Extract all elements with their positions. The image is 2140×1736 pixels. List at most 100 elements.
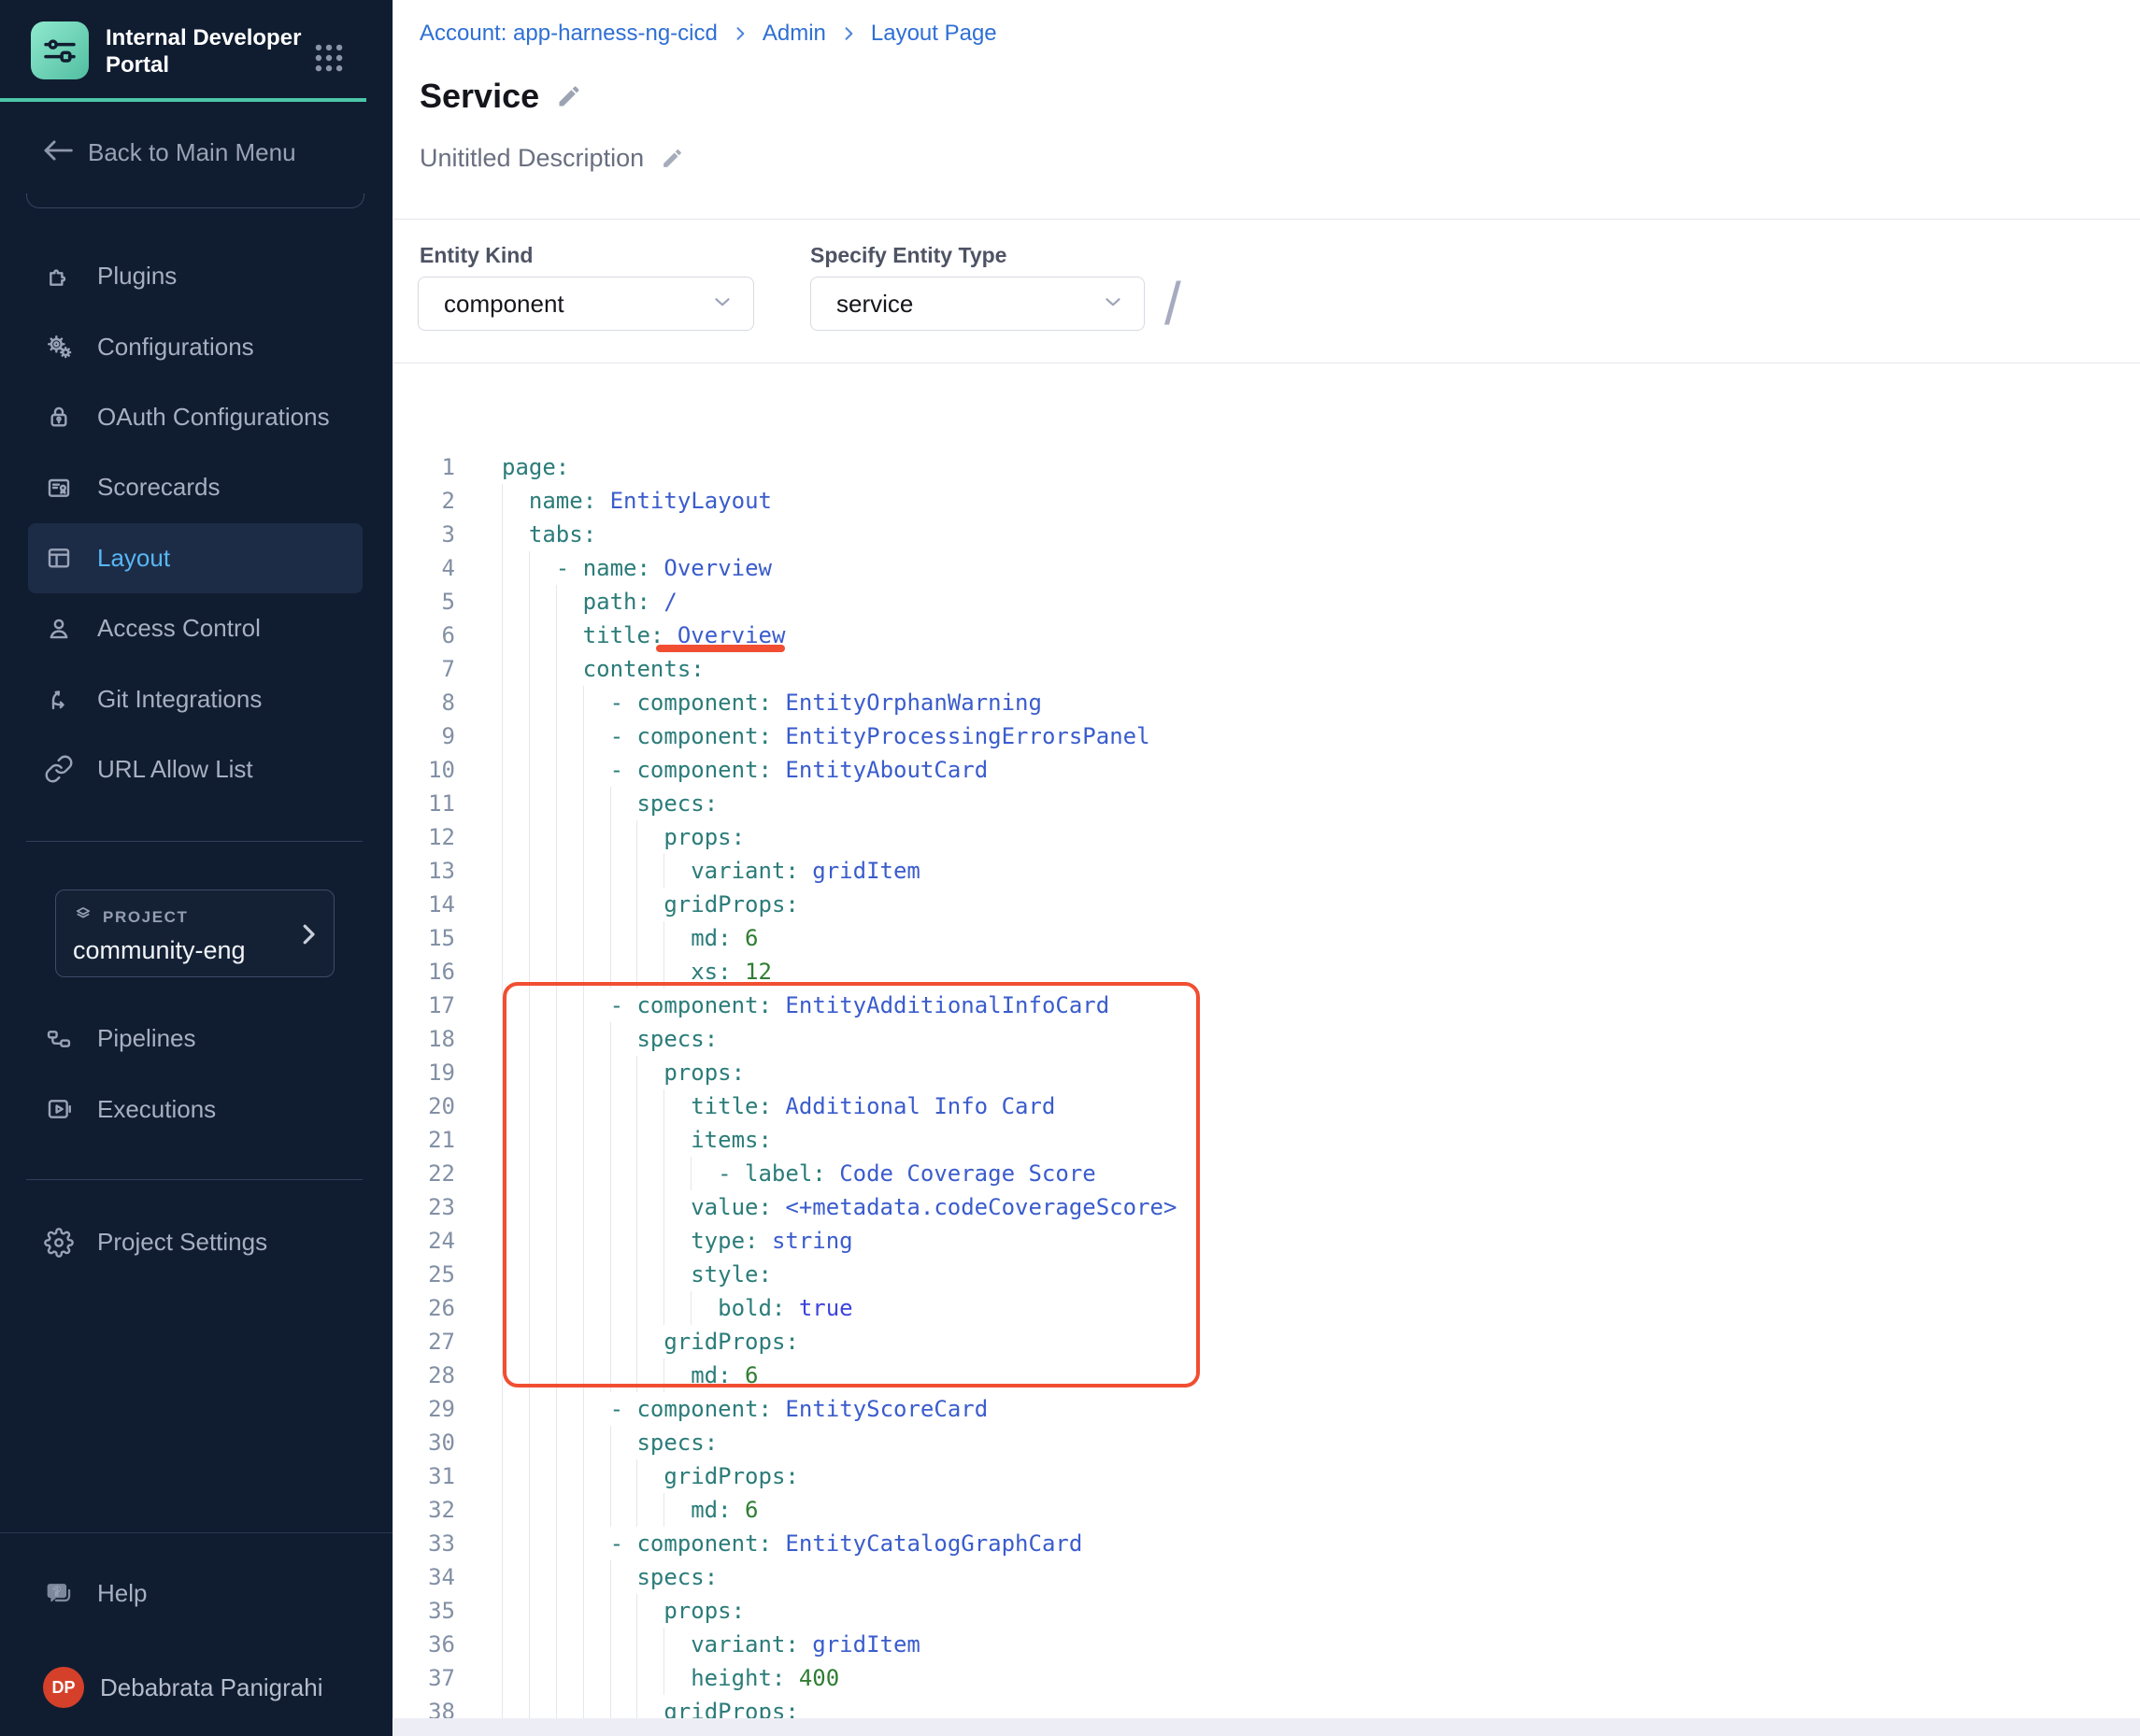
- sidebar-item-layout[interactable]: Layout: [28, 523, 363, 593]
- code-line: 37 height: 400: [393, 1661, 2140, 1695]
- sidebar-item-project-settings[interactable]: Project Settings: [28, 1207, 363, 1277]
- chevron-down-icon: [710, 290, 735, 319]
- sidebar-item-plugins[interactable]: Plugins: [28, 241, 363, 311]
- section-divider: [26, 193, 364, 208]
- entity-type-value: service: [836, 290, 1101, 319]
- sidebar-item-label: URL Allow List: [97, 755, 253, 784]
- branch-icon: [43, 683, 75, 715]
- app-logo: Internal Developer Portal: [31, 21, 302, 79]
- code-line: 21 items:: [393, 1123, 2140, 1157]
- page-description: Unititled Description: [420, 144, 644, 173]
- sidebar-item-pipelines[interactable]: Pipelines: [28, 1003, 363, 1074]
- kind-type-separator: /: [1164, 269, 1181, 338]
- code-line: 33 - component: EntityCatalogGraphCard: [393, 1527, 2140, 1560]
- sidebar-item-configurations[interactable]: Configurations: [28, 311, 363, 381]
- code-line: 27 gridProps:: [393, 1325, 2140, 1359]
- code-line: 30 specs:: [393, 1426, 2140, 1459]
- code-line: 4 - name: Overview: [393, 551, 2140, 585]
- chevron-right-icon: [731, 24, 749, 43]
- code-line: 1page:: [393, 450, 2140, 484]
- breadcrumb: Account: app-harness-ng-cicd Admin Layout …: [420, 21, 997, 47]
- app-window: Internal Developer Portal Back to Main M…: [0, 0, 2140, 1736]
- sidebar-item-label: Executions: [97, 1095, 216, 1124]
- sidebar-item-label: Access Control: [97, 614, 261, 643]
- editor-scrollbar-track[interactable]: [392, 1718, 2140, 1736]
- svg-text:?: ?: [53, 1584, 61, 1598]
- sidebar-item-scorecards[interactable]: Scorecards: [28, 452, 363, 522]
- code-line: 8 - component: EntityOrphanWarning: [393, 686, 2140, 719]
- link-icon: [43, 753, 75, 785]
- scorecard-icon: [43, 472, 75, 504]
- sidebar-item-help[interactable]: ? Help: [28, 1558, 363, 1629]
- gears-icon: [43, 331, 75, 363]
- code-line: 28 md: 6: [393, 1359, 2140, 1392]
- code-line: 5 path: /: [393, 585, 2140, 619]
- code-line: 25 style:: [393, 1258, 2140, 1291]
- chevron-right-icon: [839, 24, 858, 43]
- layout-icon: [43, 542, 75, 574]
- sidebar-item-oauth-configurations[interactable]: OAuth Configurations: [28, 382, 363, 452]
- app-title: Internal Developer Portal: [106, 21, 302, 78]
- page-title: Service: [420, 77, 539, 116]
- breadcrumb-item[interactable]: Layout Page: [871, 21, 997, 47]
- breadcrumb-item[interactable]: Account: app-harness-ng-cicd: [420, 21, 718, 47]
- user-name: Debabrata Panigrahi: [100, 1673, 323, 1702]
- chevron-right-icon: [294, 920, 322, 953]
- avatar: DP: [43, 1667, 84, 1708]
- sidebar-item-label: Pipelines: [97, 1024, 196, 1053]
- sidebar-item-git-integrations[interactable]: Git Integrations: [28, 663, 363, 733]
- project-selector[interactable]: PROJECT community-eng: [55, 889, 335, 977]
- project-name: community-eng: [73, 936, 317, 965]
- entity-type-label: Specify Entity Type: [810, 243, 1006, 268]
- entity-kind-dropdown[interactable]: component: [418, 277, 754, 331]
- code-line: 20 title: Additional Info Card: [393, 1089, 2140, 1123]
- back-to-main-menu-label: Back to Main Menu: [88, 138, 296, 167]
- nav-pipelines: Pipelines Executions: [28, 1003, 363, 1145]
- back-to-main-menu-button[interactable]: Back to Main Menu: [41, 138, 296, 167]
- sidebar-item-access-control[interactable]: Access Control: [28, 593, 363, 663]
- code-line: 35 props:: [393, 1594, 2140, 1628]
- person-icon: [43, 613, 75, 645]
- chevron-down-icon: [1101, 290, 1125, 319]
- code-line: 23 value: <+metadata.codeCoverageScore>: [393, 1190, 2140, 1224]
- code-line: 18 specs:: [393, 1022, 2140, 1056]
- code-line: 13 variant: gridItem: [393, 854, 2140, 888]
- code-line: 34 specs:: [393, 1560, 2140, 1594]
- code-line: 17 - component: EntityAdditionalInfoCard: [393, 989, 2140, 1022]
- nav-settings: Project Settings: [28, 1207, 363, 1277]
- sidebar-item-label: Git Integrations: [97, 685, 262, 714]
- edit-title-pencil-icon[interactable]: [556, 83, 582, 109]
- help-label: Help: [97, 1579, 147, 1608]
- code-line: 29 - component: EntityScoreCard: [393, 1392, 2140, 1426]
- app-grid-menu-icon[interactable]: [314, 43, 344, 73]
- code-line: 26 bold: true: [393, 1291, 2140, 1325]
- sidebar: Internal Developer Portal Back to Main M…: [0, 0, 392, 1736]
- divider: [26, 841, 363, 842]
- sidebar-item-label: OAuth Configurations: [97, 403, 330, 432]
- user-profile[interactable]: DP Debabrata Panigrahi: [28, 1646, 374, 1729]
- entity-type-dropdown[interactable]: service: [810, 277, 1145, 331]
- divider: [393, 219, 2140, 220]
- sidebar-item-url-allow-list[interactable]: URL Allow List: [28, 734, 363, 804]
- breadcrumb-item[interactable]: Admin: [763, 21, 826, 47]
- yaml-code-editor[interactable]: 1page:2 name: EntityLayout3 tabs:4 - nam…: [393, 450, 2140, 1729]
- code-line: 19 props:: [393, 1056, 2140, 1089]
- project-label: PROJECT: [103, 908, 189, 927]
- pipeline-icon: [43, 1023, 75, 1055]
- code-line: 24 type: string: [393, 1224, 2140, 1258]
- layers-icon: [73, 904, 93, 930]
- sidebar-item-executions[interactable]: Executions: [28, 1074, 363, 1144]
- sidebar-item-label: Project Settings: [97, 1228, 267, 1257]
- code-line: 22 - label: Code Coverage Score: [393, 1157, 2140, 1190]
- code-lines: 1page:2 name: EntityLayout3 tabs:4 - nam…: [393, 450, 2140, 1729]
- sidebar-item-label: Layout: [97, 544, 170, 573]
- teal-accent-divider: [0, 98, 366, 102]
- help-chat-icon: ?: [43, 1578, 75, 1610]
- edit-description-pencil-icon[interactable]: [661, 147, 684, 170]
- code-line: 3 tabs:: [393, 518, 2140, 551]
- code-line: 9 - component: EntityProcessingErrorsPan…: [393, 719, 2140, 753]
- sidebar-item-label: Scorecards: [97, 473, 221, 502]
- play-icon: [43, 1093, 75, 1125]
- harness-idp-logo-icon: [31, 21, 89, 79]
- entity-kind-label: Entity Kind: [420, 243, 533, 268]
